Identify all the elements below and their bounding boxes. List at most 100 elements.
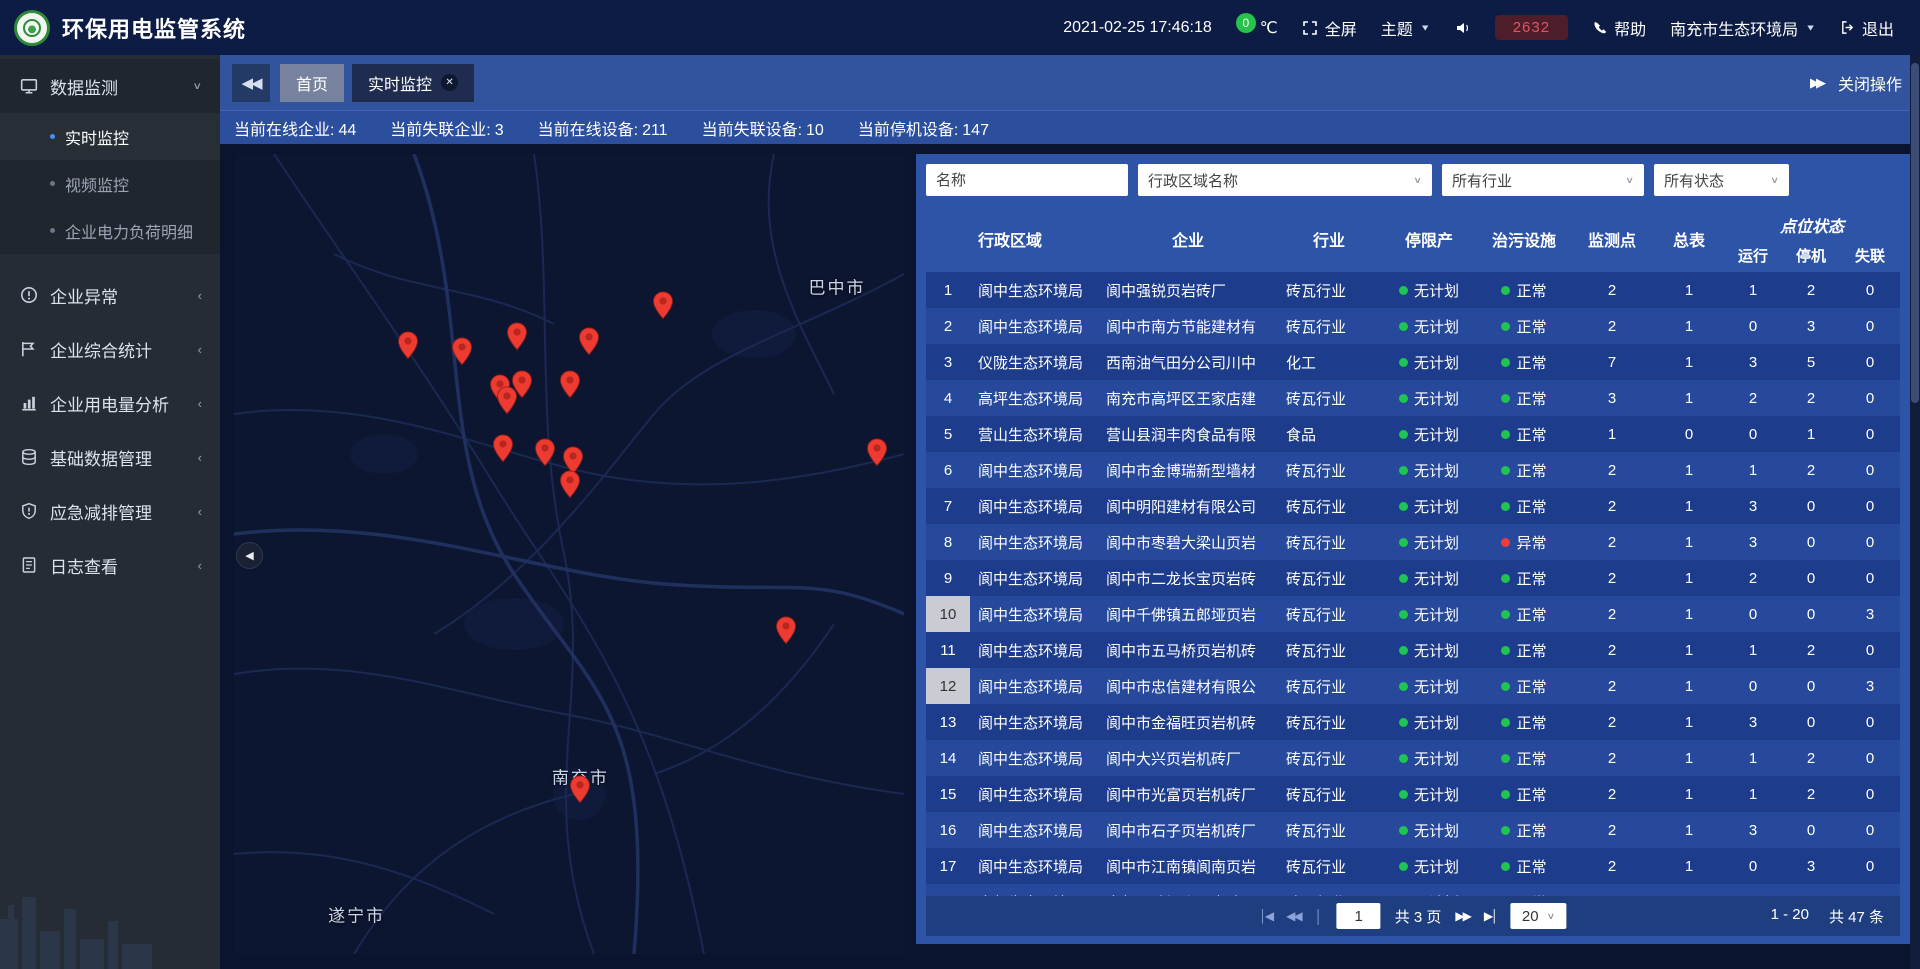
close-operations-button[interactable]: 关闭操作 [1838, 71, 1902, 95]
sidebar-item-realtime-monitor[interactable]: 实时监控 [0, 113, 220, 160]
sidebar-group-base-data[interactable]: 基础数据管理‹ [0, 430, 220, 484]
sidebar-group-power-analysis[interactable]: 企业用电量分析‹ [0, 376, 220, 430]
cell-company: 阆中市五马桥页岩机砖 [1098, 632, 1278, 668]
cell-region: 阆中生态环境局 [970, 308, 1098, 344]
map-pin-icon[interactable] [569, 775, 591, 809]
announcement-speaker-icon[interactable] [1455, 20, 1471, 36]
cell-points: 2 [1570, 524, 1654, 560]
status-dot [1399, 682, 1408, 691]
sidebar-group-enterprise-abnormal[interactable]: 企业异常‹ [0, 268, 220, 322]
col-stop: 停机 [1782, 245, 1840, 266]
industry-filter-select[interactable]: 所有行业 ∨ [1442, 164, 1644, 196]
panel-collapse-handle[interactable]: ◀ [236, 542, 263, 569]
map-canvas[interactable]: ◀ 巴中市南充市遂宁市 [234, 154, 904, 954]
region-filter-select[interactable]: 行政区域名称 ∨ [1138, 164, 1432, 196]
theme-dropdown[interactable]: 主题 ▼ [1381, 16, 1431, 40]
map-pin-icon[interactable] [652, 291, 674, 325]
sidebar-section-base-data: 基础数据管理‹ [0, 430, 220, 484]
temperature-indicator: 0 ℃ [1236, 18, 1278, 38]
tabs-scroll-left-button[interactable]: ◀◀ [232, 64, 270, 102]
fullscreen-button[interactable]: 全屏 [1302, 16, 1357, 40]
total-pages-label: 共 3 页 [1395, 906, 1442, 927]
table-row[interactable]: 2阆中生态环境局阆中市南方节能建材有砖瓦行业无计划正常21030 [926, 308, 1900, 344]
limit-text: 无计划 [1414, 748, 1459, 769]
logout-button[interactable]: 退出 [1840, 16, 1894, 40]
scrollbar-thumb[interactable] [1911, 63, 1919, 403]
cell-meter: 1 [1654, 632, 1724, 668]
map-pin-icon[interactable] [775, 616, 797, 650]
status-dot [1501, 430, 1510, 439]
map-pin-icon[interactable] [397, 331, 419, 365]
cell-region: 阆中生态环境局 [970, 560, 1098, 596]
cell-limit: 无计划 [1380, 740, 1478, 776]
cell-region: 阆中生态环境局 [970, 776, 1098, 812]
tabs-scroll-right-icon[interactable]: ▶▶ [1810, 75, 1822, 91]
limit-text: 无计划 [1414, 568, 1459, 589]
cell-industry: 砖瓦行业 [1278, 560, 1380, 596]
table-row[interactable]: 9阆中生态环境局阆中市二龙长宝页岩砖砖瓦行业无计划正常21200 [926, 560, 1900, 596]
page-number-input[interactable]: 1 [1337, 903, 1381, 929]
table-row[interactable]: 14阆中生态环境局阆中大兴页岩机砖厂砖瓦行业无计划正常21120 [926, 740, 1900, 776]
cell-meter: 1 [1654, 452, 1724, 488]
map-pin-icon[interactable] [506, 322, 528, 356]
table-row[interactable]: 3仪陇生态环境局西南油气田分公司川中化工无计划正常71350 [926, 344, 1900, 380]
table-row[interactable]: 16阆中生态环境局阆中市石子页岩机砖厂砖瓦行业无计划正常21300 [926, 812, 1900, 848]
map-pin-icon[interactable] [451, 337, 473, 371]
map-pin-icon[interactable] [559, 370, 581, 404]
table-row[interactable]: 7阆中生态环境局阆中明阳建材有限公司砖瓦行业无计划正常21300 [926, 488, 1900, 524]
cell-industry: 砖瓦行业 [1278, 308, 1380, 344]
row-index: 2 [926, 308, 970, 344]
map-pin-icon[interactable] [866, 438, 888, 472]
table-row[interactable]: 1阆中生态环境局阆中强锐页岩砖厂砖瓦行业无计划正常21120 [926, 272, 1900, 308]
status-dot [1501, 790, 1510, 799]
status-filter-select[interactable]: 所有状态 ∨ [1654, 164, 1789, 196]
sidebar-group-enterprise-stats[interactable]: 企业综合统计‹ [0, 322, 220, 376]
table-row[interactable]: 8阆中生态环境局阆中市枣碧大梁山页岩砖瓦行业无计划异常21300 [926, 524, 1900, 560]
table-row[interactable]: 10阆中生态环境局阆中千佛镇五郎垭页岩砖瓦行业无计划正常21003 [926, 596, 1900, 632]
sidebar-group-log-view[interactable]: 日志查看‹ [0, 538, 220, 592]
prev-page-icon[interactable]: ◀◀ [1286, 909, 1300, 923]
map-pin-icon[interactable] [534, 438, 556, 472]
first-page-icon[interactable]: │◀ [1259, 909, 1272, 923]
cell-facility: 正常 [1478, 308, 1570, 344]
status-item-3: 当前失联设备:10 [702, 116, 824, 140]
last-page-icon[interactable]: ▶│ [1484, 909, 1497, 923]
table-row[interactable]: 18南部生态环境局南部县碑垭乡页岩砖厂砖瓦行业无计划正常21030 [926, 884, 1900, 896]
table-row[interactable]: 13阆中生态环境局阆中市金福旺页岩机砖砖瓦行业无计划正常21300 [926, 704, 1900, 740]
tab-home[interactable]: 首页 [280, 64, 344, 102]
status-label: 当前在线企业: [234, 122, 334, 139]
sidebar-item-power-load-detail[interactable]: 企业电力负荷明细 [0, 207, 220, 254]
map-pin-icon[interactable] [496, 386, 518, 420]
table-row[interactable]: 12阆中生态环境局阆中市忠信建材有限公砖瓦行业无计划正常21003 [926, 668, 1900, 704]
cell-facility: 正常 [1478, 416, 1570, 452]
table-row[interactable]: 5营山生态环境局营山县润丰肉食品有限食品无计划正常10010 [926, 416, 1900, 452]
cell-meter: 1 [1654, 596, 1724, 632]
table-row[interactable]: 6阆中生态环境局阆中市金博瑞新型墙材砖瓦行业无计划正常21120 [926, 452, 1900, 488]
cell-points: 3 [1570, 380, 1654, 416]
cell-offline: 0 [1840, 380, 1900, 416]
table-row[interactable]: 15阆中生态环境局阆中市光富页岩机砖厂砖瓦行业无计划正常21120 [926, 776, 1900, 812]
cell-limit: 无计划 [1380, 848, 1478, 884]
table-row[interactable]: 4高坪生态环境局南充市高坪区王家店建砖瓦行业无计划正常31220 [926, 380, 1900, 416]
cell-meter: 1 [1654, 704, 1724, 740]
table-row[interactable]: 17阆中生态环境局阆中市江南镇阆南页岩砖瓦行业无计划正常21030 [926, 848, 1900, 884]
map-pin-icon[interactable] [559, 470, 581, 504]
sidebar-group-data-monitoring[interactable]: 数据监测∨ [0, 59, 220, 113]
cell-offline: 0 [1840, 848, 1900, 884]
name-filter-input[interactable] [926, 164, 1128, 196]
help-button[interactable]: 帮助 [1592, 16, 1646, 40]
page-size-select[interactable]: 20 ∨ [1511, 903, 1567, 929]
table-row[interactable]: 11阆中生态环境局阆中市五马桥页岩机砖砖瓦行业无计划正常21120 [926, 632, 1900, 668]
tab-label: 首页 [296, 71, 328, 95]
map-pin-icon[interactable] [578, 327, 600, 361]
map-pin-icon[interactable] [492, 434, 514, 468]
org-dropdown[interactable]: 南充市生态环境局 ▼ [1670, 16, 1816, 40]
next-page-icon[interactable]: ▶▶ [1455, 909, 1469, 923]
sidebar-item-video-monitor[interactable]: 视频监控 [0, 160, 220, 207]
notice-ticker[interactable]: 2632 [1495, 15, 1568, 40]
tab-realtime[interactable]: 实时监控✕ [352, 64, 474, 102]
cell-facility: 正常 [1478, 380, 1570, 416]
sidebar-group-emergency-reduction[interactable]: 应急减排管理‹ [0, 484, 220, 538]
cell-facility: 正常 [1478, 596, 1570, 632]
close-icon[interactable]: ✕ [441, 74, 458, 91]
